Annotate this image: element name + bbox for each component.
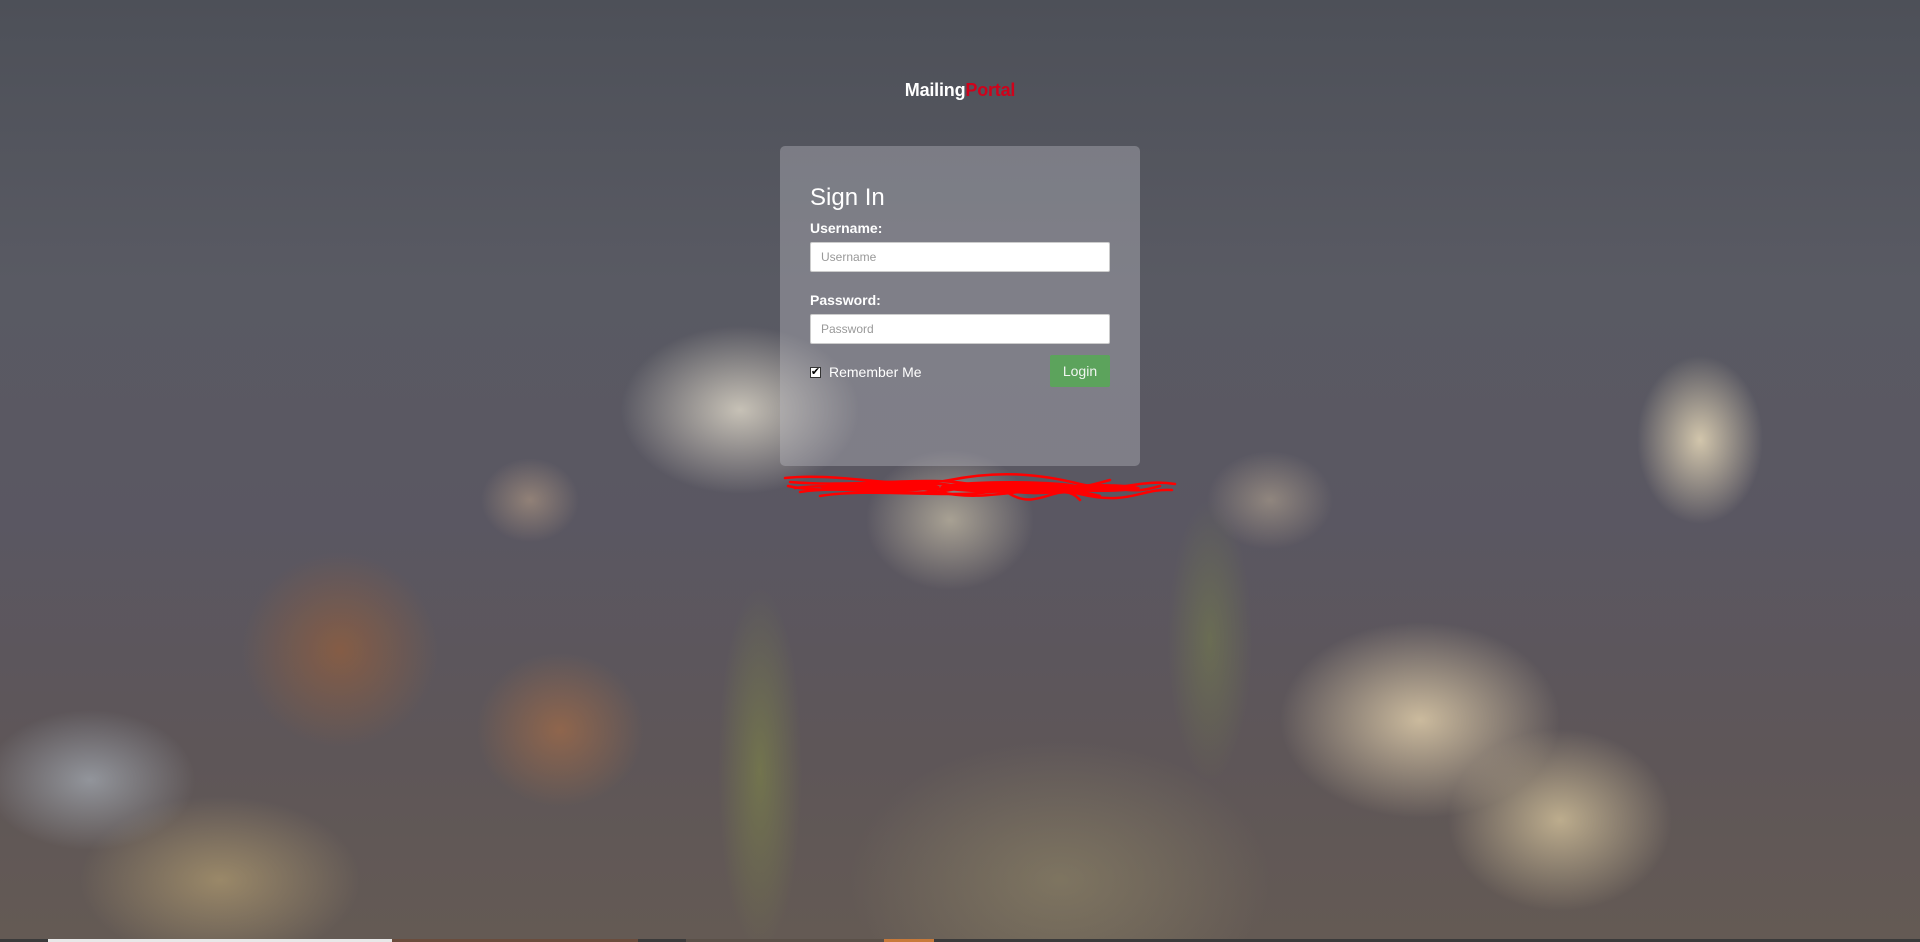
username-input[interactable] bbox=[810, 242, 1110, 272]
username-group: Username: bbox=[810, 220, 1110, 272]
password-group: Password: bbox=[810, 292, 1110, 344]
password-label: Password: bbox=[810, 292, 881, 308]
login-card: Sign In Username: Password: ✔ Remember M… bbox=[780, 146, 1140, 466]
login-page: MailingPortal Sign In Username: Password… bbox=[0, 0, 1920, 942]
form-actions: ✔ Remember Me Login bbox=[810, 355, 1110, 398]
login-button[interactable]: Login bbox=[1050, 355, 1110, 387]
password-input[interactable] bbox=[810, 314, 1110, 344]
brand-logo: MailingPortal bbox=[0, 80, 1920, 101]
brand-name-part2: Portal bbox=[965, 80, 1016, 100]
username-label: Username: bbox=[810, 220, 883, 236]
remember-me[interactable]: ✔ Remember Me bbox=[810, 364, 922, 380]
brand-name-part1: Mailing bbox=[904, 80, 966, 100]
sign-in-title: Sign In bbox=[810, 184, 885, 211]
remember-me-label: Remember Me bbox=[829, 364, 922, 380]
redaction-scribble bbox=[783, 472, 1177, 502]
remember-me-checkbox[interactable]: ✔ bbox=[810, 366, 821, 378]
